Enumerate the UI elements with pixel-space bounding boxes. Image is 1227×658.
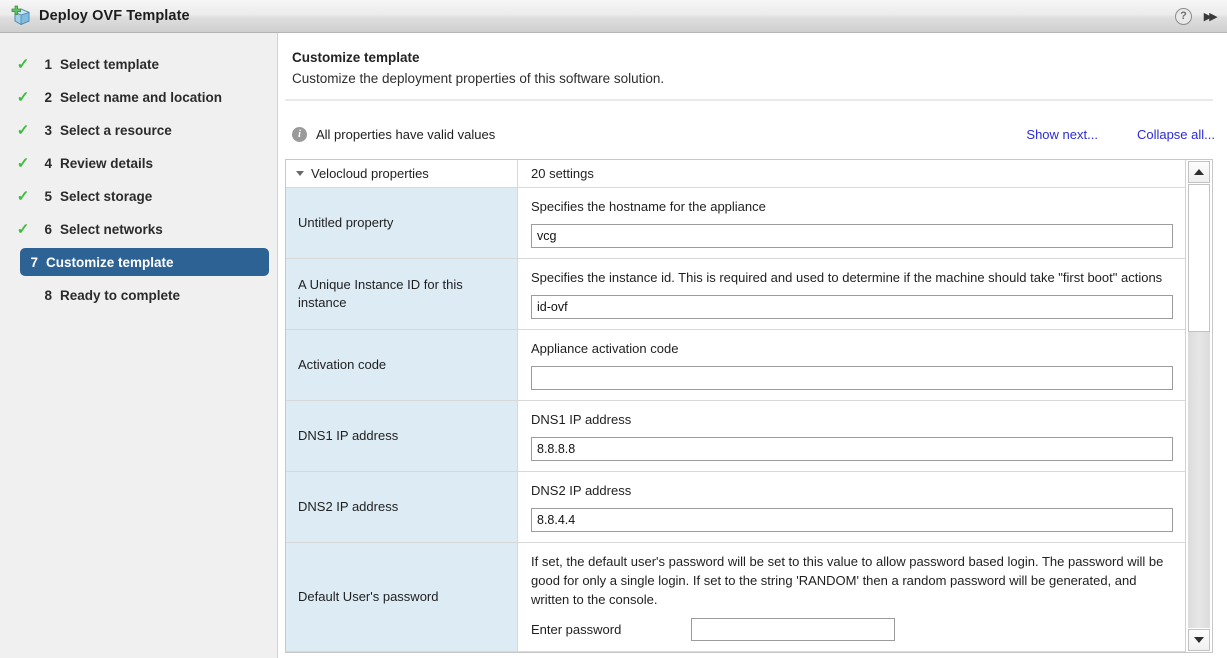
step-label: Ready to complete — [60, 288, 180, 303]
property-description: DNS2 IP address — [531, 481, 1173, 500]
group-settings-count: 20 settings — [518, 160, 1185, 187]
step-number: 6 — [34, 222, 52, 237]
property-label-cell: Untitled property — [286, 188, 518, 258]
sidebar-step-3[interactable]: ✓3 Select a resource — [8, 116, 269, 144]
step-complete-check-icon: ✓ — [12, 57, 34, 72]
property-label-cell: DNS2 IP address — [286, 472, 518, 542]
property-value-cell: DNS1 IP address 8.8.8.8 — [518, 401, 1185, 471]
property-input[interactable] — [531, 366, 1173, 390]
property-description: Specifies the instance id. This is requi… — [531, 268, 1173, 287]
scroll-down-arrow-icon[interactable] — [1188, 629, 1210, 651]
scrollbar-thumb[interactable] — [1188, 184, 1210, 332]
group-name-cell[interactable]: Velocloud properties — [286, 160, 518, 187]
property-description: If set, the default user's password will… — [531, 552, 1173, 609]
window-title: Deploy OVF Template — [39, 8, 190, 24]
property-input[interactable]: 8.8.8.8 — [531, 437, 1173, 461]
chevron-down-icon[interactable] — [296, 171, 304, 176]
property-value-cell: Appliance activation code — [518, 330, 1185, 400]
step-number: 8 — [34, 288, 52, 303]
properties-scrollbar[interactable] — [1185, 160, 1212, 652]
property-input[interactable]: id-ovf — [531, 295, 1173, 319]
property-value-cell: If set, the default user's password will… — [518, 543, 1185, 651]
scrollbar-track[interactable] — [1188, 184, 1210, 628]
main-panel: Customize template Customize the deploym… — [279, 33, 1227, 658]
step-complete-check-icon: ✓ — [12, 123, 34, 138]
status-message: All properties have valid values — [316, 127, 495, 142]
window-titlebar: Deploy OVF Template ? ▸▸ — [0, 0, 1227, 33]
password-field-label: Enter password — [531, 622, 691, 637]
show-next-link[interactable]: Show next... — [1026, 127, 1098, 142]
property-value-cell: DNS2 IP address 8.8.4.4 — [518, 472, 1185, 542]
step-complete-check-icon: ✓ — [12, 156, 34, 171]
property-row-password: Default User's password If set, the defau… — [286, 543, 1185, 652]
step-complete-check-icon: ✓ — [12, 90, 34, 105]
page-subtitle: Customize the deployment properties of t… — [292, 71, 664, 86]
sidebar-step-2[interactable]: ✓2 Select name and location — [8, 83, 269, 111]
step-label: Select name and location — [60, 90, 222, 105]
property-label: Default User's password — [298, 588, 438, 606]
help-icon[interactable]: ? — [1175, 8, 1192, 25]
property-input[interactable]: vcg — [531, 224, 1173, 248]
ovf-package-icon — [9, 5, 31, 27]
property-label: DNS1 IP address — [298, 427, 398, 445]
password-field-line: Enter password — [531, 618, 1173, 641]
sidebar-step-4[interactable]: ✓4 Review details — [8, 149, 269, 177]
step-number: 4 — [34, 156, 52, 171]
property-label-cell: A Unique Instance ID for this instance — [286, 259, 518, 329]
step-label: Select storage — [60, 189, 152, 204]
step-number: 2 — [34, 90, 52, 105]
property-row: DNS2 IP address DNS2 IP address 8.8.4.4 — [286, 472, 1185, 543]
sidebar-step-8[interactable]: 8 Ready to complete — [8, 281, 269, 309]
step-label: Review details — [60, 156, 153, 171]
password-input[interactable] — [691, 618, 895, 641]
step-number: 7 — [20, 255, 38, 270]
property-row: Activation code Appliance activation code — [286, 330, 1185, 401]
expand-chevron-icon[interactable]: ▸▸ — [1204, 9, 1215, 24]
sidebar-step-6[interactable]: ✓6 Select networks — [8, 215, 269, 243]
step-number: 3 — [34, 123, 52, 138]
property-label: A Unique Instance ID for this instance — [298, 276, 505, 312]
group-name: Velocloud properties — [311, 166, 429, 181]
property-label-cell: DNS1 IP address — [286, 401, 518, 471]
titlebar-actions: ? ▸▸ — [1175, 8, 1227, 25]
page-title: Customize template — [292, 50, 420, 65]
step-complete-check-icon: ✓ — [12, 189, 34, 204]
sidebar-step-5[interactable]: ✓5 Select storage — [8, 182, 269, 210]
step-complete-check-icon: ✓ — [12, 222, 34, 237]
properties-table-container: Velocloud properties20 settingsUntitled … — [285, 159, 1213, 653]
property-input[interactable]: 8.8.4.4 — [531, 508, 1173, 532]
header-divider — [285, 99, 1213, 101]
property-group-row[interactable]: Velocloud properties 20 settings — [286, 160, 1185, 188]
step-label: Customize template — [46, 255, 174, 270]
property-description: DNS1 IP address — [531, 410, 1173, 429]
table-actions: Show next... Collapse all... — [1026, 127, 1215, 142]
property-row: Untitled property Specifies the hostname … — [286, 188, 1185, 259]
property-label: DNS2 IP address — [298, 498, 398, 516]
property-row: DNS1 IP address DNS1 IP address 8.8.8.8 — [286, 401, 1185, 472]
property-description: Appliance activation code — [531, 339, 1173, 358]
property-label-cell: Default User's password — [286, 543, 518, 651]
collapse-all-link[interactable]: Collapse all... — [1137, 127, 1215, 142]
info-icon: i — [292, 127, 307, 142]
property-label-cell: Activation code — [286, 330, 518, 400]
property-value-cell: Specifies the hostname for the appliance… — [518, 188, 1185, 258]
step-number: 5 — [34, 189, 52, 204]
property-value-cell: Specifies the instance id. This is requi… — [518, 259, 1185, 329]
step-label: Select networks — [60, 222, 163, 237]
sidebar-step-7[interactable]: 7 Customize template — [20, 248, 269, 276]
scroll-up-arrow-icon[interactable] — [1188, 161, 1210, 183]
sidebar-step-1[interactable]: ✓1 Select template — [8, 50, 269, 78]
step-number: 1 — [34, 57, 52, 72]
property-row: A Unique Instance ID for this instance Sp… — [286, 259, 1185, 330]
properties-table: Velocloud properties20 settingsUntitled … — [286, 160, 1185, 652]
property-label: Activation code — [298, 356, 386, 374]
step-label: Select template — [60, 57, 159, 72]
step-label: Select a resource — [60, 123, 172, 138]
property-label: Untitled property — [298, 214, 393, 232]
wizard-steps-sidebar: ✓1Select template✓2Select name and locat… — [0, 33, 278, 658]
status-row: i All properties have valid values Show … — [292, 123, 1215, 145]
property-description: Specifies the hostname for the appliance — [531, 197, 1173, 216]
